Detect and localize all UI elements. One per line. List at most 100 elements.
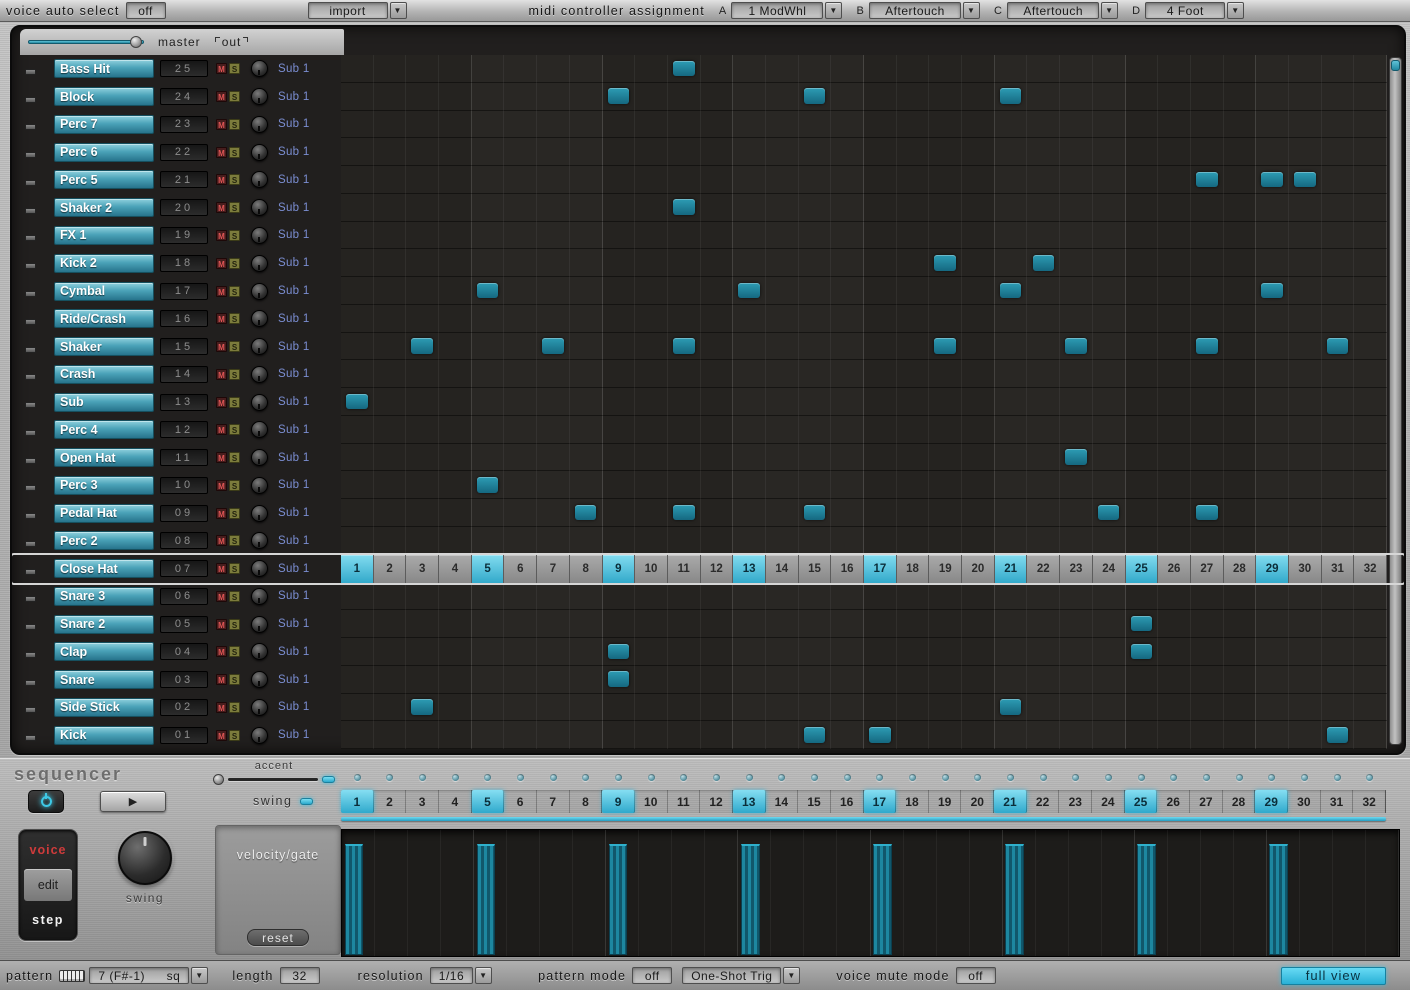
voice-output[interactable]: Sub 1 (278, 674, 336, 686)
step-cell[interactable] (635, 527, 668, 555)
step-cell[interactable] (1322, 444, 1355, 472)
step-cell[interactable] (1224, 666, 1257, 694)
step-cell[interactable] (1093, 360, 1126, 388)
step-cell[interactable] (603, 194, 636, 222)
voice-name-button[interactable]: Block (54, 87, 154, 106)
velocity-column[interactable] (804, 830, 837, 956)
step-cell[interactable] (570, 416, 603, 444)
step-cell[interactable] (537, 194, 570, 222)
step-cell[interactable] (733, 249, 766, 277)
step-cell[interactable] (668, 527, 701, 555)
step-cell[interactable] (1060, 333, 1093, 361)
step-cell[interactable] (766, 305, 799, 333)
step-cell[interactable] (1289, 166, 1322, 194)
step-cell[interactable] (1289, 444, 1322, 472)
step-cell[interactable] (603, 388, 636, 416)
fader-handle[interactable] (25, 707, 36, 713)
step-cell[interactable] (962, 444, 995, 472)
step-cell[interactable] (635, 222, 668, 250)
step-cell[interactable] (733, 166, 766, 194)
mute-button[interactable]: M (216, 563, 227, 574)
step-cell[interactable] (1289, 55, 1322, 83)
step-cell[interactable] (635, 388, 668, 416)
step-cell[interactable] (504, 305, 537, 333)
step-cell[interactable] (374, 527, 407, 555)
step-number-cell[interactable]: 21 (995, 555, 1028, 583)
assignment-slot-c-value[interactable]: Aftertouch (1007, 2, 1099, 19)
voice-output[interactable]: Sub 1 (278, 479, 336, 491)
step-cell[interactable] (570, 527, 603, 555)
step-cell[interactable] (864, 194, 897, 222)
step-cell[interactable] (995, 638, 1028, 666)
step-cell[interactable] (1060, 527, 1093, 555)
velocity-bar[interactable] (1269, 844, 1288, 955)
voice-name-button[interactable]: Ride/Crash (54, 309, 154, 328)
step-cell[interactable] (1027, 499, 1060, 527)
voice-name-button[interactable]: Close Hat (54, 559, 154, 578)
step-cell[interactable] (1158, 333, 1191, 361)
step-cell[interactable] (1224, 499, 1257, 527)
pattern-dropdown-arrow[interactable]: ▼ (191, 967, 208, 984)
step-cell[interactable] (439, 583, 472, 611)
step-cell[interactable] (1060, 388, 1093, 416)
step-cell[interactable] (733, 638, 766, 666)
step-cell[interactable] (766, 166, 799, 194)
step-cell[interactable] (472, 638, 505, 666)
step-cell[interactable] (1126, 666, 1159, 694)
step-cell[interactable] (439, 222, 472, 250)
step-cell[interactable] (1060, 638, 1093, 666)
solo-button[interactable]: S (229, 202, 240, 213)
voice-name-button[interactable]: Shaker 2 (54, 198, 154, 217)
step-cell[interactable] (635, 138, 668, 166)
step-cell[interactable] (668, 249, 701, 277)
step-cell[interactable] (1289, 638, 1322, 666)
step-cell[interactable] (995, 277, 1028, 305)
step-cell[interactable] (570, 333, 603, 361)
swing-step-cell[interactable]: 11 (668, 790, 701, 813)
swing-step-cell[interactable]: 13 (733, 790, 766, 813)
voice-name-button[interactable]: Crash (54, 365, 154, 384)
step-cell[interactable] (1354, 305, 1387, 333)
step-cell[interactable] (1027, 471, 1060, 499)
step-cell[interactable] (341, 471, 374, 499)
pan-knob[interactable] (251, 60, 268, 77)
mute-button[interactable]: M (216, 508, 227, 519)
step-cell[interactable] (635, 83, 668, 111)
pan-knob[interactable] (251, 255, 268, 272)
step-cell[interactable] (1256, 305, 1289, 333)
step-cell[interactable] (995, 694, 1028, 722)
step-cell[interactable] (897, 444, 930, 472)
step-number-cell[interactable]: 17 (864, 555, 897, 583)
step-cell[interactable] (472, 471, 505, 499)
step-cell[interactable] (1126, 360, 1159, 388)
step-cell[interactable] (537, 721, 570, 749)
step-cell[interactable] (733, 360, 766, 388)
step-cell[interactable] (1126, 111, 1159, 139)
step-cell[interactable] (439, 666, 472, 694)
step-cell[interactable] (1158, 249, 1191, 277)
step-cell[interactable] (1158, 721, 1191, 749)
velocity-column[interactable] (871, 830, 904, 956)
step-cell[interactable] (1191, 360, 1224, 388)
step-cell[interactable] (766, 638, 799, 666)
step-cell[interactable] (766, 55, 799, 83)
step-cell[interactable] (1354, 694, 1387, 722)
step-cell[interactable] (1060, 416, 1093, 444)
step-cell[interactable] (1027, 333, 1060, 361)
step-cell[interactable] (1191, 471, 1224, 499)
step-cell[interactable] (341, 388, 374, 416)
step-cell[interactable] (1060, 111, 1093, 139)
step-cell[interactable] (668, 360, 701, 388)
step-cell[interactable] (374, 138, 407, 166)
step-cell[interactable] (603, 138, 636, 166)
fader-handle[interactable] (25, 485, 36, 491)
step-cell[interactable] (831, 721, 864, 749)
step-cell[interactable] (1126, 610, 1159, 638)
step-cell[interactable] (1093, 666, 1126, 694)
step-cell[interactable] (1158, 360, 1191, 388)
step-cell[interactable] (504, 55, 537, 83)
step-cell[interactable] (668, 222, 701, 250)
solo-button[interactable]: S (229, 674, 240, 685)
step-cell[interactable] (897, 277, 930, 305)
velocity-column[interactable] (474, 830, 507, 956)
